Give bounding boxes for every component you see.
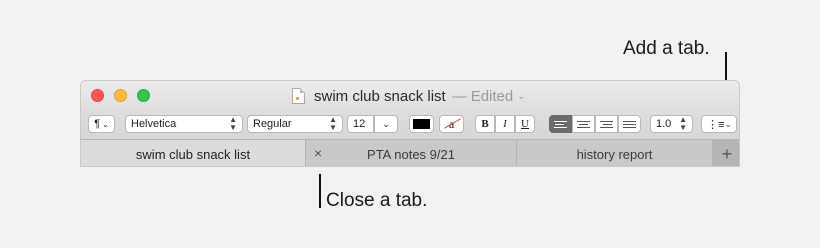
tab-label: swim club snack list [135, 146, 251, 162]
font-size-value: 12 [353, 118, 366, 130]
close-icon[interactable]: × [314, 146, 322, 160]
plus-icon: + [721, 143, 733, 164]
updown-arrows-icon: ▲ ▼ [329, 115, 337, 132]
textedit-window: swim club snack list — Edited ⌄ ¶ ⌄ Helv… [80, 80, 740, 167]
text-color-button[interactable] [409, 115, 434, 133]
bulleted-list-icon: ⋮≡ [707, 118, 725, 131]
align-left-icon [554, 120, 567, 122]
tab-pta-notes[interactable]: × PTA notes 9/21 [306, 140, 517, 166]
list-style-button[interactable]: ⋮≡ ⌄ [701, 115, 737, 133]
align-left-button[interactable] [549, 115, 572, 133]
align-left-icon-line [555, 123, 564, 125]
align-center-icon [577, 120, 590, 122]
chevron-down-icon: ⌄ [517, 90, 526, 102]
align-justify-icon-line [623, 123, 636, 125]
window-minimize-button[interactable] [114, 89, 127, 102]
title-separator: — [451, 87, 467, 105]
underline-button[interactable]: U [515, 115, 535, 133]
chevron-down-icon: ⌄ [382, 118, 390, 129]
edited-status: Edited [470, 87, 514, 105]
window-title: swim club snack list [314, 87, 446, 105]
align-right-icon [600, 120, 613, 122]
align-center-icon-line [577, 126, 590, 128]
document-icon [292, 88, 305, 104]
paragraph-styles-button[interactable]: ¶ ⌄ [88, 115, 115, 133]
window-close-button[interactable] [91, 89, 104, 102]
font-style-select[interactable]: Regular ▲ ▼ [247, 115, 343, 133]
align-right-icon-line [600, 126, 613, 128]
chevron-down-icon: ⌄ [102, 119, 109, 129]
align-center-button[interactable] [572, 115, 595, 133]
align-justify-icon-line [623, 126, 636, 128]
title-bar: swim club snack list — Edited ⌄ [81, 81, 739, 111]
text-color-swatch [413, 119, 430, 129]
align-left-icon-line [554, 126, 567, 128]
line-spacing-select[interactable]: 1.0 ▲ ▼ [650, 115, 693, 133]
tab-swim-club-snack-list[interactable]: swim club snack list [81, 140, 306, 166]
font-family-value: Helvetica [131, 118, 177, 130]
font-size-dropdown[interactable]: ⌄ [374, 115, 398, 133]
align-center-icon-line [579, 123, 588, 125]
chevron-down-icon: ⌄ [724, 118, 732, 129]
align-right-icon-line [603, 123, 612, 125]
paragraph-icon: ¶ [94, 118, 101, 130]
close-tab-callout: Close a tab. [326, 190, 428, 211]
font-family-select[interactable]: Helvetica ▲ ▼ [125, 115, 243, 133]
window-title-group[interactable]: swim club snack list — Edited ⌄ [292, 86, 526, 106]
add-tab-button[interactable]: + [713, 140, 739, 166]
align-justify-button[interactable] [618, 115, 641, 133]
font-size-field[interactable]: 12 [347, 115, 374, 133]
tab-bar: swim club snack list × PTA notes 9/21 hi… [81, 139, 739, 166]
font-style-value: Regular [253, 118, 292, 130]
updown-arrows-icon: ▲ ▼ [229, 115, 237, 132]
window-zoom-button[interactable] [137, 89, 150, 102]
italic-button[interactable]: I [495, 115, 515, 133]
line-spacing-value: 1.0 [656, 118, 672, 130]
tab-label: history report [576, 146, 653, 162]
add-tab-callout: Add a tab. [623, 38, 710, 59]
updown-arrows-icon: ▲ ▼ [679, 115, 687, 132]
format-toolbar: ¶ ⌄ Helvetica ▲▼ Regular ▲▼ 12 ⌄ a B I U [81, 111, 739, 139]
close-tab-callout-line [319, 174, 321, 208]
tab-label: PTA notes 9/21 [367, 146, 455, 162]
highlight-color-button[interactable]: a [439, 115, 464, 133]
align-right-button[interactable] [595, 115, 618, 133]
tab-history-report[interactable]: history report [517, 140, 713, 166]
bold-button[interactable]: B [475, 115, 495, 133]
align-justify-icon [623, 120, 636, 122]
